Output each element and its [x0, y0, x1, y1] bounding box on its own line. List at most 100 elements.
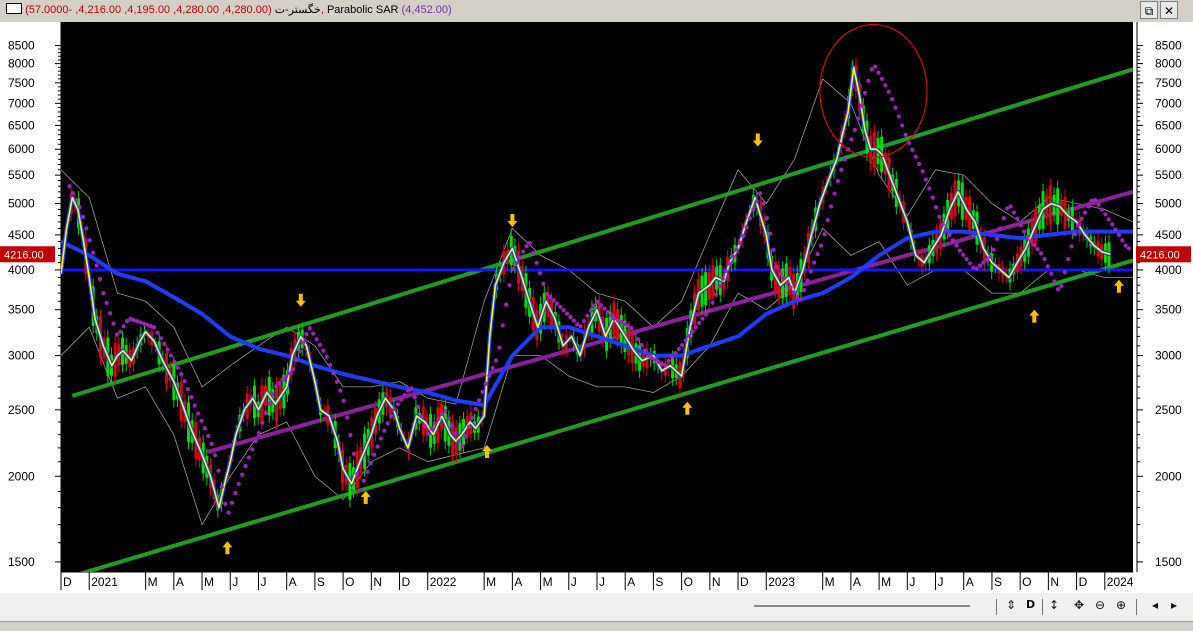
- sar-dot: [182, 379, 187, 384]
- sar-dot: [1038, 251, 1044, 256]
- sar-dot: [84, 226, 89, 231]
- sar-dot: [727, 261, 732, 266]
- sar-dot: [273, 384, 279, 389]
- sar-dot: [1042, 256, 1047, 262]
- sar-dot: [443, 408, 448, 414]
- window-icon[interactable]: [6, 3, 22, 14]
- sar-dot: [822, 232, 827, 237]
- y-tick-label-right: 3000: [1155, 349, 1182, 363]
- sar-dot: [964, 256, 969, 262]
- sar-dot: [101, 291, 106, 296]
- sar-dot: [842, 157, 847, 162]
- sar-dot: [1106, 217, 1111, 222]
- sar-dot: [165, 347, 170, 352]
- sar-dot: [778, 271, 783, 276]
- sar-dot: [910, 147, 915, 152]
- vertical-zoom-icon[interactable]: ↕: [1049, 598, 1059, 612]
- daily-period-button[interactable]: D: [1026, 598, 1035, 611]
- x-tick-label: J: [599, 575, 605, 589]
- sar-dot: [1045, 264, 1050, 269]
- sar-dot: [829, 204, 834, 209]
- sar-dot: [818, 243, 824, 248]
- x-tick-label: D: [63, 575, 72, 589]
- sar-dot: [1093, 197, 1098, 203]
- sar-dot: [236, 481, 241, 486]
- y-tick-label-left: 6500: [8, 118, 35, 132]
- sar-dot: [788, 285, 793, 290]
- sar-dot: [419, 414, 424, 419]
- x-tick-label: 2023: [768, 575, 795, 589]
- sar-dot: [202, 426, 207, 431]
- sar-dot: [609, 313, 614, 318]
- sar-dot: [984, 257, 989, 262]
- sar-dot: [287, 371, 292, 376]
- toolbar-separator: [1042, 599, 1043, 615]
- sar-dot: [548, 294, 553, 300]
- sar-dot: [666, 358, 671, 364]
- sar-dot: [243, 463, 248, 469]
- sar-dot: [385, 421, 390, 426]
- sar-dot: [879, 76, 885, 81]
- sar-dot: [290, 367, 295, 372]
- sar-dot: [483, 381, 488, 386]
- sar-dot: [334, 379, 339, 384]
- y-tick-label-left: 5000: [8, 197, 35, 211]
- sar-dot: [314, 337, 319, 342]
- sar-dot: [70, 190, 75, 196]
- zoom-out-icon[interactable]: ⊖: [1095, 598, 1105, 612]
- sar-dot: [67, 184, 72, 189]
- x-tick-label: S: [994, 575, 1002, 589]
- sar-dot: [321, 348, 326, 353]
- sar-dot: [463, 434, 468, 439]
- sar-dot: [815, 251, 820, 257]
- x-tick-label: S: [317, 575, 325, 589]
- price-chart[interactable]: 1500 1500 2000 2000 2500 2500 3000 3000 3500 3500…: [0, 22, 1193, 593]
- x-tick-label: A: [514, 575, 522, 589]
- sar-dot: [720, 276, 725, 281]
- sar-dot: [284, 374, 289, 379]
- scroll-right-icon[interactable]: ▸: [1171, 598, 1177, 612]
- sar-dot: [700, 316, 705, 321]
- sar-dot: [1069, 244, 1074, 249]
- sync-icon[interactable]: ⇕: [1006, 598, 1016, 612]
- sar-dot: [950, 238, 956, 243]
- sar-dot: [256, 430, 262, 436]
- x-tick-label: O: [345, 575, 354, 589]
- sar-dot: [883, 83, 888, 88]
- close-icon[interactable]: ✕: [1160, 1, 1178, 19]
- sar-dot: [517, 255, 522, 260]
- scroll-left-icon[interactable]: ◂: [1152, 598, 1158, 612]
- y-tick-label-left: 4500: [8, 228, 35, 242]
- y-tick-label-left: 3000: [8, 349, 35, 363]
- sar-dot: [412, 395, 417, 400]
- sar-dot: [216, 468, 221, 473]
- pan-icon[interactable]: ✥: [1074, 598, 1084, 612]
- sar-dot: [304, 331, 309, 337]
- horizontal-scrollbar[interactable]: [754, 605, 970, 607]
- sar-dot: [595, 299, 600, 304]
- sar-dot: [260, 420, 265, 425]
- sar-dot: [1110, 222, 1115, 227]
- y-tick-label-right: 8000: [1155, 57, 1182, 71]
- zoom-in-icon[interactable]: ⊕: [1116, 598, 1126, 612]
- sar-dot: [961, 252, 966, 257]
- sar-dot: [747, 216, 753, 221]
- restore-icon[interactable]: ⧉: [1140, 1, 1158, 19]
- sar-dot: [896, 114, 901, 119]
- sar-dot: [94, 263, 99, 268]
- sar-dot: [544, 291, 549, 296]
- sar-dot: [768, 231, 773, 236]
- x-tick-label: J: [232, 575, 238, 589]
- sar-dot: [954, 243, 959, 248]
- x-tick-label: A: [176, 575, 184, 589]
- sar-dot: [686, 333, 692, 339]
- sar-dot: [998, 226, 1003, 231]
- sar-dot: [426, 431, 431, 436]
- sar-dot: [307, 326, 312, 331]
- sar-dot: [866, 78, 871, 83]
- sar-dot: [514, 260, 519, 266]
- sar-dot: [537, 271, 543, 276]
- x-tick-label: A: [289, 575, 297, 589]
- sar-dot: [1086, 204, 1091, 209]
- y-tick-label-left: 6000: [8, 142, 35, 156]
